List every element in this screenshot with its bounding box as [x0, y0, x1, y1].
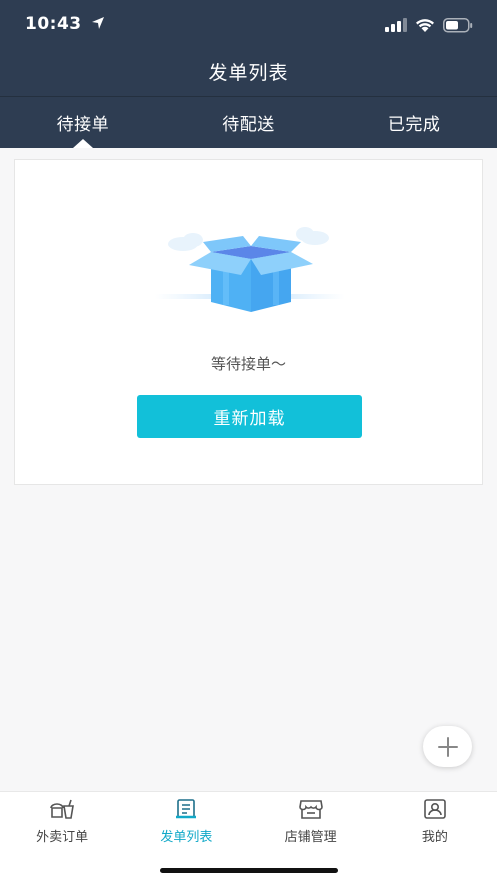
header: 10:43 发单列表 待接单 待配送 已完成: [0, 0, 497, 148]
profile-icon: [424, 799, 446, 819]
home-indicator: [160, 868, 338, 873]
status-icons: [385, 15, 473, 35]
status-bar: 10:43: [0, 0, 497, 50]
takeout-icon: [50, 799, 75, 819]
tab-label: 待配送: [222, 115, 275, 135]
tabbar-label: 店铺管理: [284, 830, 337, 845]
tabbar-item-order-list[interactable]: 发单列表: [124, 792, 248, 852]
tabbar-label: 我的: [421, 830, 448, 845]
order-list-icon: [176, 799, 197, 819]
tab-completed[interactable]: 已完成: [331, 97, 497, 148]
tab-label: 已完成: [387, 115, 441, 135]
tabbar-item-profile[interactable]: 我的: [373, 792, 497, 852]
empty-message: 等待接单～: [210, 355, 286, 373]
order-status-tabs: 待接单 待配送 已完成: [0, 97, 497, 148]
tabbar-item-shop[interactable]: 店铺管理: [249, 792, 373, 852]
empty-state-card: 等待接单～ 重新加载: [14, 159, 483, 485]
reload-button[interactable]: 重新加载: [137, 395, 362, 438]
page-title: 发单列表: [208, 62, 289, 84]
add-order-button[interactable]: [423, 726, 472, 767]
location-arrow-icon: [92, 17, 105, 29]
tab-pending-delivery[interactable]: 待配送: [166, 97, 332, 148]
signal-icon: [385, 18, 407, 32]
tabbar-label: 发单列表: [160, 830, 213, 845]
plus-icon: [437, 736, 458, 757]
battery-icon: [443, 17, 473, 32]
status-time: 10:43: [25, 14, 105, 34]
wifi-icon: [416, 18, 434, 32]
shop-icon: [298, 800, 323, 819]
tabbar-item-takeout[interactable]: 外卖订单: [0, 792, 124, 852]
empty-box-icon: [155, 227, 345, 312]
tab-pending-accept[interactable]: 待接单: [0, 97, 166, 148]
status-time-text: 10:43: [25, 14, 82, 34]
tabbar-label: 外卖订单: [36, 830, 89, 845]
tab-label: 待接单: [56, 115, 110, 135]
